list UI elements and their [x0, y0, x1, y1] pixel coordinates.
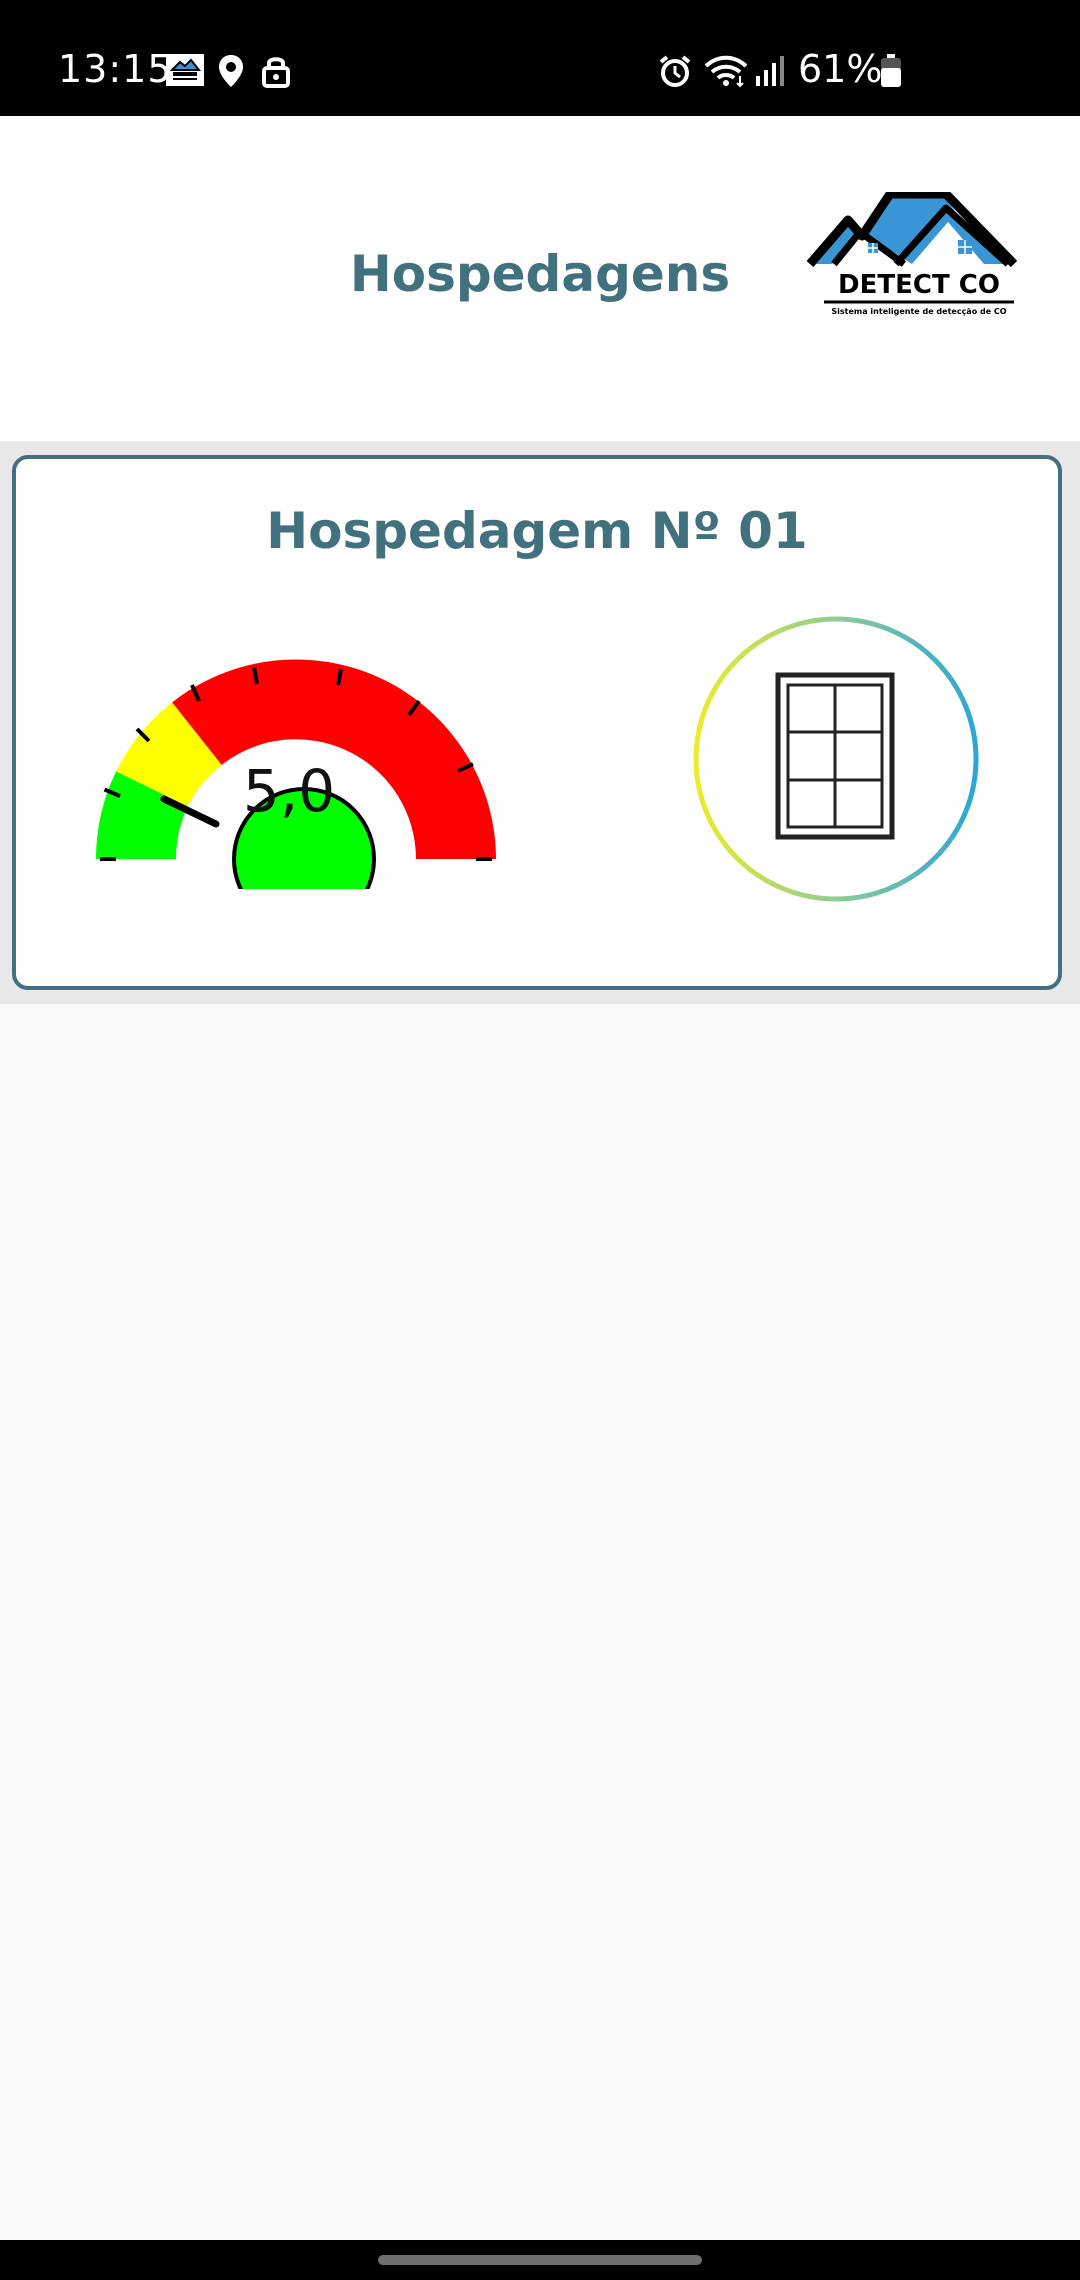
detect-co-logo: DETECT CO Sistema inteligente de detecçã… — [806, 192, 1018, 316]
battery-percentage: 61% — [798, 47, 883, 91]
app-header: Hospedagens DETECT CO Sistema inteligent… — [0, 116, 1080, 441]
battery-icon — [881, 54, 901, 87]
signal-icon — [756, 56, 784, 86]
location-icon — [219, 55, 243, 87]
navigation-bar — [0, 2240, 1080, 2280]
lodging-card[interactable]: Hospedagem Nº 01 5,0 — [12, 455, 1062, 990]
app-logo-icon — [166, 54, 204, 86]
lock-icon — [262, 57, 290, 88]
svg-text:DETECT CO: DETECT CO — [838, 270, 1000, 300]
status-time: 13:15 — [58, 47, 173, 91]
wifi-icon — [704, 55, 748, 88]
lodging-list: Hospedagem Nº 01 5,0 — [0, 441, 1080, 1004]
status-bar: 13:15 61% — [0, 0, 1080, 116]
alarm-icon — [659, 55, 691, 87]
lodging-title: Hospedagem Nº 01 — [266, 502, 808, 560]
svg-text:Sistema inteligente de detecçã: Sistema inteligente de detecção de CO — [831, 307, 1006, 316]
co-level-value: 5,0 — [242, 757, 336, 825]
home-indicator[interactable] — [378, 2255, 702, 2265]
window-status-button[interactable] — [686, 609, 986, 909]
